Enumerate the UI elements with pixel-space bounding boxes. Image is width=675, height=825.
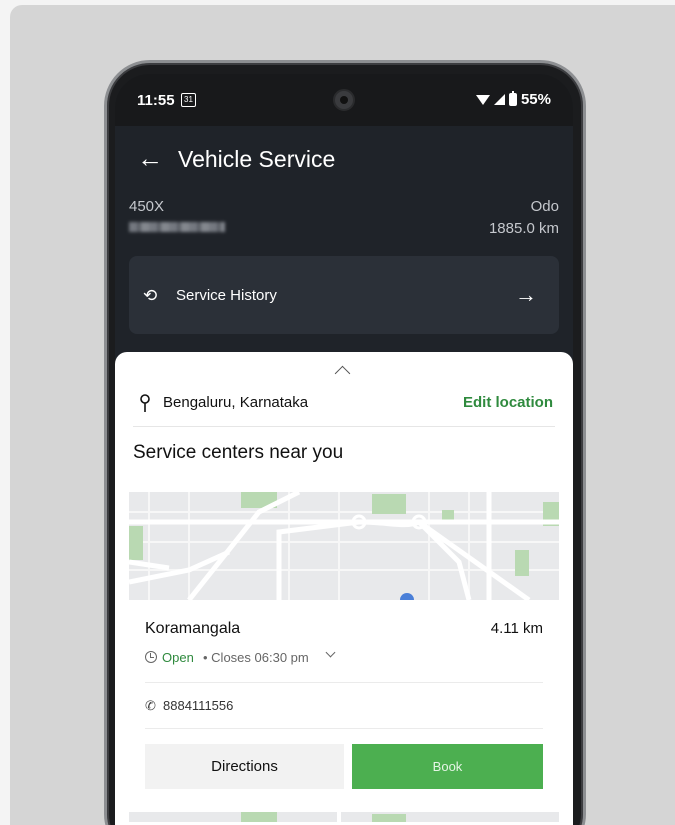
divider — [145, 728, 543, 729]
history-icon: ⟲ — [143, 286, 158, 305]
front-camera — [333, 89, 355, 111]
phone-icon: ✆ — [145, 698, 156, 713]
service-history-label: Service History — [176, 287, 277, 304]
closing-time: • Closes 06:30 pm — [203, 650, 309, 665]
battery-icon — [508, 91, 517, 106]
phone-screen: 11:55 31 55% ← Vehicle Service 450X Odo … — [115, 74, 573, 825]
next-map-preview — [129, 812, 559, 825]
section-title: Service centers near you — [133, 442, 344, 463]
edit-location-link[interactable]: Edit location — [463, 394, 553, 411]
signal-icon — [493, 94, 505, 105]
clock-icon — [145, 651, 157, 663]
book-button[interactable]: Book — [352, 744, 543, 789]
blurred-registration — [129, 222, 225, 232]
chevron-up-icon[interactable] — [334, 365, 351, 382]
odo-label: Odo — [530, 198, 559, 215]
bottom-sheet: Bengaluru, Karnataka Edit location Servi… — [115, 352, 573, 825]
location-pin-icon — [140, 394, 150, 412]
wifi-icon — [475, 94, 490, 105]
status-bar: 11:55 31 55% — [115, 74, 573, 126]
service-history-button[interactable]: ⟲ Service History → — [129, 256, 559, 334]
chevron-down-icon[interactable] — [325, 647, 336, 658]
status-indicators: 55% — [475, 91, 551, 108]
calendar-icon: 31 — [181, 93, 196, 107]
open-status: Open — [162, 650, 194, 665]
odo-value: 1885.0 km — [488, 220, 559, 237]
phone-number[interactable]: 8884111556 — [163, 698, 233, 713]
status-time: 11:55 — [137, 92, 175, 109]
vehicle-model: 450X — [129, 198, 165, 215]
divider — [145, 682, 543, 683]
service-center-distance: 4.11 km — [490, 620, 543, 637]
back-arrow-icon[interactable]: ← — [137, 144, 163, 172]
divider — [133, 426, 555, 427]
current-location: Bengaluru, Karnataka — [163, 394, 309, 411]
directions-button[interactable]: Directions — [145, 744, 344, 789]
page-title: Vehicle Service — [178, 146, 336, 172]
map-preview[interactable] — [129, 492, 559, 600]
service-center-name: Koramangala — [145, 620, 241, 637]
battery-percent: 55% — [520, 91, 551, 108]
arrow-right-icon: → — [515, 282, 537, 307]
